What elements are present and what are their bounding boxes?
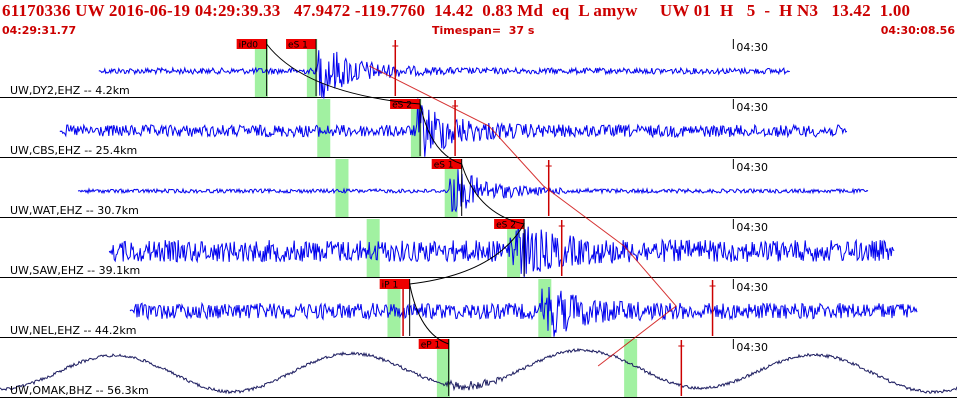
pick-label: eS 1 [434, 161, 454, 171]
trace-row[interactable]: 04:30 iP 1 UW,NEL,EHZ -- 44.2km [0, 279, 957, 338]
trace-row[interactable]: 04:30 eP 1 UW,OMAK,BHZ -- 56.3km [0, 339, 957, 398]
channel-label: UW,SAW,EHZ -- 39.1km [10, 264, 140, 277]
window-end-time: 04:30:08.56 [880, 24, 955, 37]
channel-label: UW,CBS,EHZ -- 25.4km [10, 144, 137, 157]
phase-window [624, 339, 638, 397]
channel-label: UW,NEL,EHZ -- 44.2km [10, 324, 137, 337]
waveform [98, 50, 790, 99]
minute-label: 04:30 [736, 41, 768, 54]
seismogram-panel[interactable]: 04:30iPd0 eS 1UW,DY2,EHZ -- 4.2km04:30eS … [0, 38, 957, 400]
window-start-time: 04:29:31.77 [2, 24, 77, 37]
minute-label: 04:30 [736, 161, 768, 174]
minute-label: 04:30 [736, 101, 768, 114]
trace-row[interactable]: 04:30eS 2UW,CBS,EHZ -- 25.4km [0, 98, 957, 158]
pick-label: eP 1 [421, 341, 441, 351]
pick-label: iP 1 [382, 281, 399, 291]
channel-label: UW,OMAK,BHZ -- 56.3km [10, 384, 149, 397]
minute-label: 04:30 [736, 341, 768, 354]
waveform [59, 98, 848, 157]
channel-label: UW,WAT,EHZ -- 30.7km [10, 204, 139, 217]
event-header: 61170336 UW 2016-06-19 04:29:39.33 47.94… [0, 0, 957, 38]
trace-row[interactable]: 04:30 eS 1 UW,WAT,EHZ -- 30.7km [0, 159, 957, 218]
event-summary-title: 61170336 UW 2016-06-19 04:29:39.33 47.94… [2, 1, 911, 20]
trace-row[interactable]: 04:30 iPd0 eS 1 UW,DY2,EHZ -- 4.2km [0, 39, 957, 99]
waveform [77, 169, 869, 213]
pick-label: eS 1 [288, 41, 308, 51]
waveform [129, 286, 918, 337]
pick-label: iPd0 [239, 41, 259, 51]
minute-label: 04:30 [736, 221, 768, 234]
minute-label: 04:30 [736, 281, 768, 294]
pick-label: eS 2 [496, 221, 516, 231]
phase-window [335, 159, 349, 217]
channel-label: UW,DY2,EHZ -- 4.2km [10, 84, 130, 97]
timespan-label: Timespan= 37 s [432, 24, 535, 37]
trace-row[interactable]: 04:30 eS 2 UW,SAW,EHZ -- 39.1km [0, 219, 957, 278]
